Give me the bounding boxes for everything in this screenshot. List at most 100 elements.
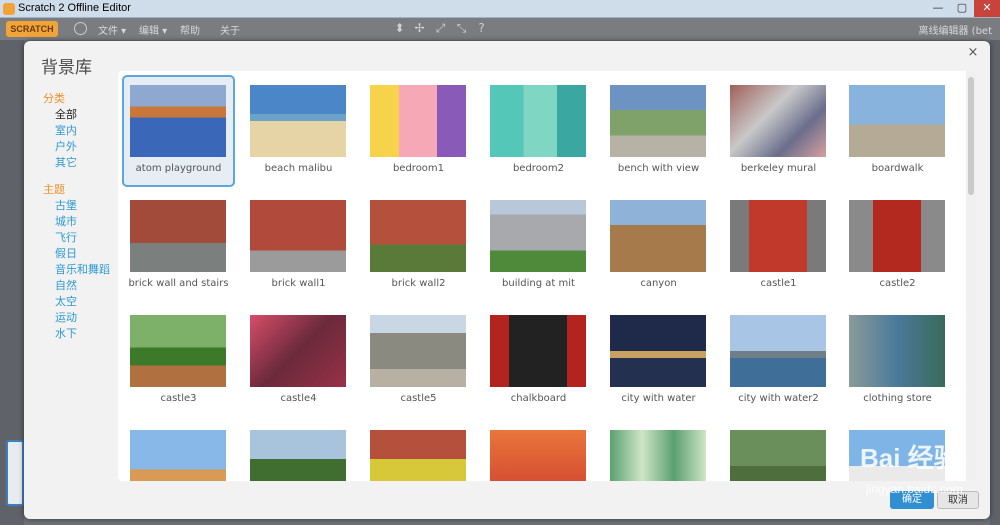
backdrop-tile[interactable]: castle1 [722, 190, 835, 302]
backdrop-label: city with water [621, 393, 696, 404]
category-outdoors[interactable]: 户外 [55, 140, 77, 154]
backdrop-tile[interactable] [602, 420, 715, 481]
menu-edit[interactable]: 编辑 ▾ [139, 22, 167, 37]
scratch-app-icon [3, 3, 15, 15]
scratch-menubar: SCRATCH 文件 ▾ 编辑 ▾ 帮助 关于 ⬍ ✢ ⤢ ⤡ ? 离线编辑器 … [0, 18, 1000, 40]
backdrop-thumbnail [849, 315, 945, 387]
backdrop-tile[interactable]: city with water [602, 305, 715, 417]
backdrop-label: atom playground [135, 163, 222, 174]
backdrop-label: building at mit [502, 278, 575, 289]
theme-underwater[interactable]: 水下 [55, 327, 77, 341]
backdrop-label: bedroom1 [392, 163, 445, 174]
menu-help[interactable]: 帮助 [180, 22, 200, 37]
scratch-logo[interactable]: SCRATCH [6, 21, 58, 37]
category-indoors[interactable]: 室内 [55, 124, 77, 138]
cancel-button[interactable]: 取消 [937, 491, 979, 509]
backdrop-thumbnail [730, 430, 826, 481]
backdrop-tile[interactable] [242, 420, 355, 481]
backdrop-thumbnail [610, 200, 706, 272]
backdrop-tile[interactable]: brick wall and stairs [122, 190, 235, 302]
theme-nature[interactable]: 自然 [55, 279, 77, 293]
backdrop-tile[interactable]: castle3 [122, 305, 235, 417]
backdrop-tile[interactable]: castle2 [841, 190, 954, 302]
menu-file[interactable]: 文件 ▾ [98, 22, 126, 37]
theme-flying[interactable]: 飞行 [55, 231, 77, 245]
backdrop-thumbnail [849, 430, 945, 481]
backdrop-label: brick wall1 [271, 278, 326, 289]
theme-heading: 主题 [43, 183, 65, 196]
backdrop-tile[interactable]: brick wall1 [242, 190, 355, 302]
backdrop-tile[interactable] [841, 420, 954, 481]
theme-city[interactable]: 城市 [55, 215, 77, 229]
backdrop-thumbnail [370, 315, 466, 387]
backdrop-tile[interactable]: clothing store [841, 305, 954, 417]
backdrop-grid: atom playground beach malibu bedroom1 bedro… [118, 71, 976, 481]
backdrop-label: chalkboard [510, 393, 567, 404]
backdrop-thumbnail [250, 200, 346, 272]
minimize-button[interactable]: — [926, 0, 950, 17]
menu-about[interactable]: 关于 [220, 22, 240, 37]
backdrop-tile[interactable]: canyon [602, 190, 715, 302]
backdrop-label: bedroom2 [512, 163, 565, 174]
backdrop-thumbnail [370, 200, 466, 272]
category-other[interactable]: 其它 [55, 156, 77, 170]
backdrop-thumbnail [730, 315, 826, 387]
backdrop-tile[interactable]: bench with view [602, 75, 715, 187]
theme-sports[interactable]: 运动 [55, 311, 77, 325]
backdrop-tile[interactable]: brick wall2 [362, 190, 475, 302]
backdrop-label: city with water2 [738, 393, 819, 404]
backdrop-tile[interactable]: bedroom1 [362, 75, 475, 187]
scrollbar-thumb[interactable] [968, 77, 974, 195]
backdrop-tile[interactable] [122, 420, 235, 481]
backdrop-thumbnail [490, 200, 586, 272]
help-tool-icon[interactable]: ? [475, 21, 488, 35]
maximize-button[interactable]: ▢ [950, 0, 974, 17]
backdrop-thumbnail [730, 85, 826, 157]
ok-button[interactable]: 确定 [890, 491, 934, 509]
backdrop-thumbnail [130, 200, 226, 272]
backdrop-tile[interactable]: building at mit [482, 190, 595, 302]
dialog-close-button[interactable]: × [965, 45, 981, 61]
theme-holiday[interactable]: 假日 [55, 247, 77, 261]
backdrop-thumbnail [849, 200, 945, 272]
grow-tool-icon[interactable]: ⤢ [434, 21, 447, 35]
shrink-tool-icon[interactable]: ⤡ [455, 21, 468, 35]
theme-castle[interactable]: 古堡 [55, 199, 77, 213]
backdrop-tile[interactable] [362, 420, 475, 481]
backdrop-thumbnail [130, 430, 226, 481]
cut-tool-icon[interactable]: ✢ [413, 21, 426, 35]
backdrop-tile[interactable]: berkeley mural [722, 75, 835, 187]
backdrop-thumbnail [250, 430, 346, 481]
background-right-edge [990, 40, 1000, 525]
backdrop-tile[interactable]: chalkboard [482, 305, 595, 417]
language-globe-icon[interactable] [74, 22, 87, 35]
stamp-tool-icon[interactable]: ⬍ [393, 21, 406, 35]
backdrop-tile[interactable]: bedroom2 [482, 75, 595, 187]
stage-thumbnail[interactable] [6, 440, 24, 506]
dialog-title: 背景库 [41, 58, 92, 78]
backdrop-tile[interactable]: beach malibu [242, 75, 355, 187]
backdrop-label: castle4 [280, 393, 317, 404]
editor-version-label: 离线编辑器 (bet [918, 26, 992, 37]
backdrop-label: boardwalk [871, 163, 924, 174]
category-all[interactable]: 全部 [55, 108, 77, 122]
backdrop-label: castle1 [760, 278, 797, 289]
background-sprite-panel [0, 40, 24, 525]
backdrop-tile[interactable]: boardwalk [841, 75, 954, 187]
backdrop-tile[interactable] [482, 420, 595, 481]
theme-music-dance[interactable]: 音乐和舞蹈 [55, 263, 110, 277]
backdrop-thumbnail [250, 85, 346, 157]
backdrop-tile[interactable]: atom playground [122, 75, 235, 187]
grid-scrollbar[interactable] [966, 71, 976, 481]
close-window-button[interactable]: ✕ [974, 0, 1000, 17]
backdrop-thumbnail [490, 430, 586, 481]
backdrop-label: beach malibu [264, 163, 333, 174]
theme-space[interactable]: 太空 [55, 295, 77, 309]
backdrop-label: castle5 [400, 393, 437, 404]
backdrop-label: castle2 [879, 278, 916, 289]
backdrop-label: berkeley mural [740, 163, 817, 174]
backdrop-tile[interactable]: castle4 [242, 305, 355, 417]
backdrop-tile[interactable]: city with water2 [722, 305, 835, 417]
backdrop-tile[interactable]: castle5 [362, 305, 475, 417]
backdrop-tile[interactable] [722, 420, 835, 481]
